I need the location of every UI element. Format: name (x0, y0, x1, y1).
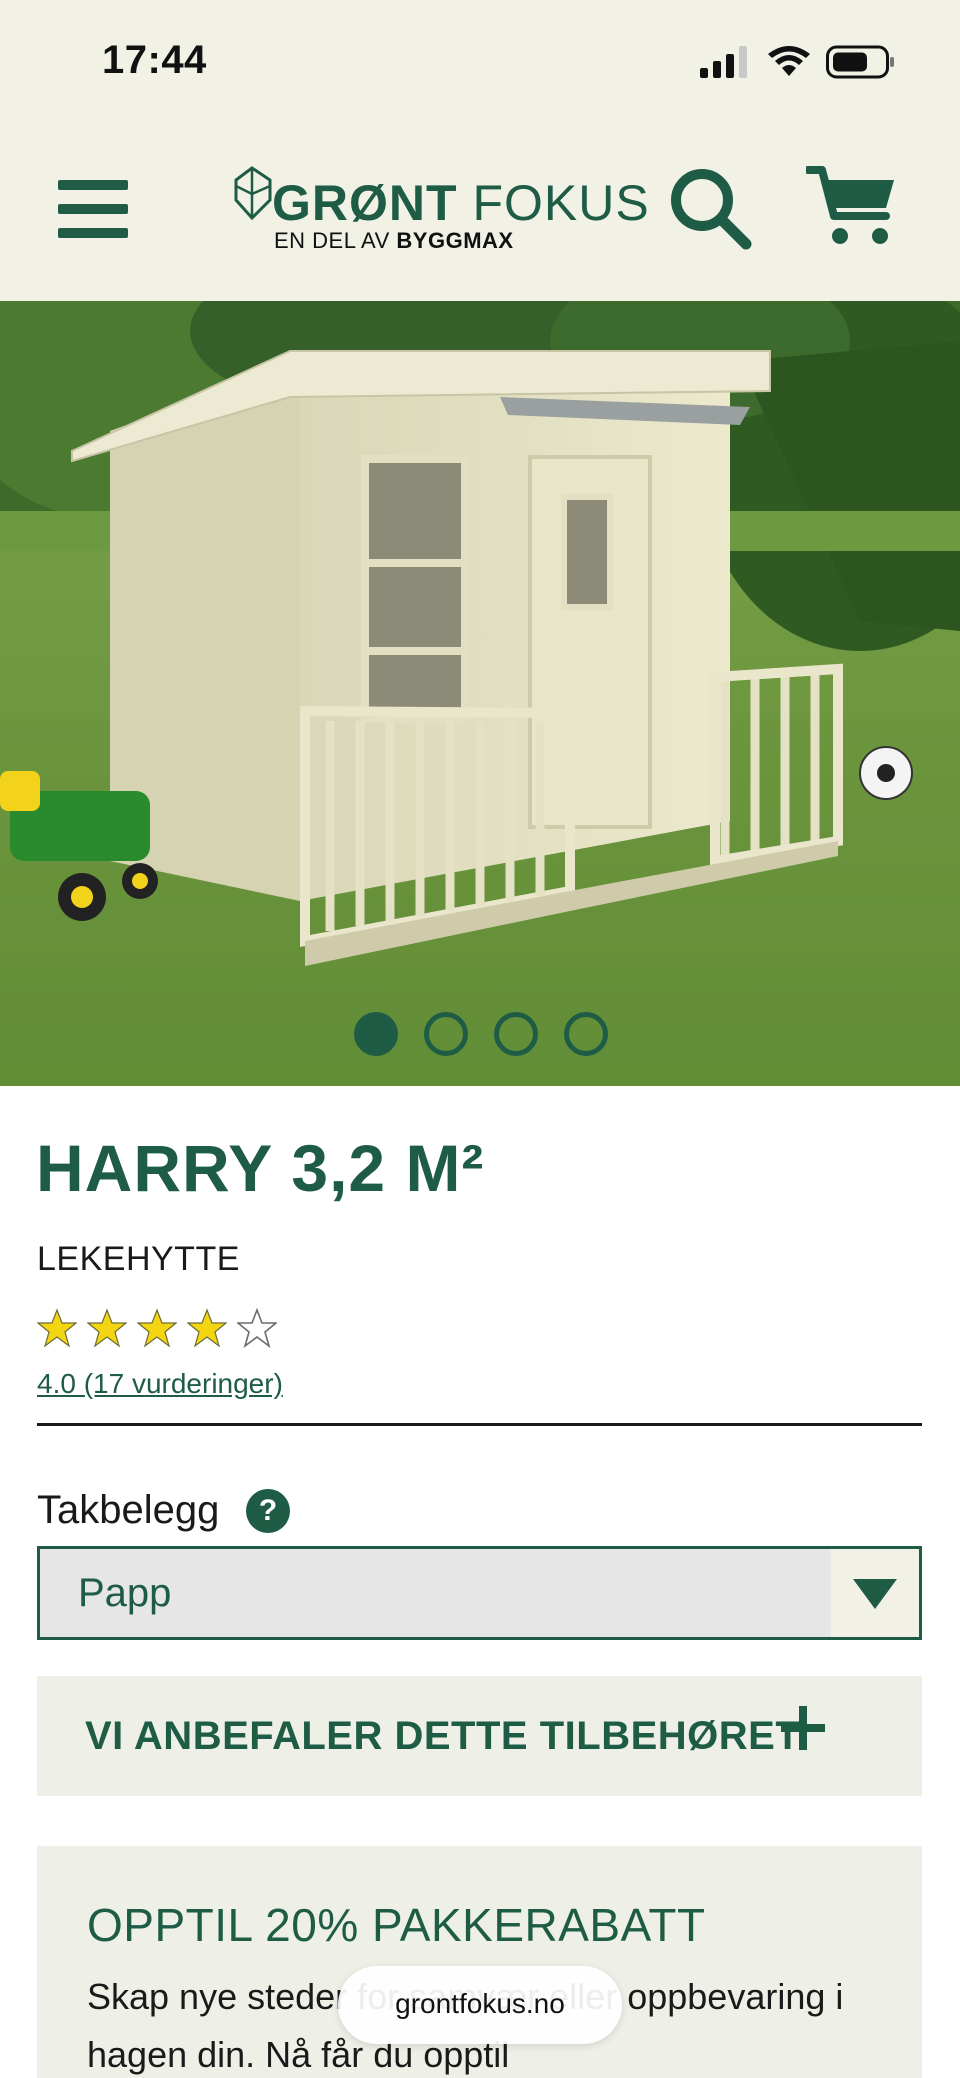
status-time: 17:44 (102, 38, 207, 82)
roofing-select[interactable]: Papp (37, 1546, 922, 1640)
star-filled-icon (37, 1308, 77, 1348)
logo-leaf-icon (234, 166, 272, 221)
carousel-dot-3[interactable] (494, 1012, 538, 1056)
browser-url-bar[interactable]: grontfokus.no (338, 1966, 622, 2044)
rating-reviews-link[interactable]: 4.0 (17 vurderinger) (37, 1368, 283, 1400)
discount-title: OPPTIL 20% PAKKERABATT (87, 1899, 706, 1951)
battery-icon (826, 45, 894, 79)
star-filled-icon (137, 1308, 177, 1348)
select-arrow-button[interactable] (831, 1549, 919, 1637)
cart-icon[interactable] (806, 164, 898, 248)
plus-icon (781, 1706, 825, 1750)
product-image[interactable] (0, 301, 960, 1086)
accessories-accordion[interactable]: VI ANBEFALER DETTE TILBEHØRET (37, 1676, 922, 1796)
logo[interactable]: GRØNT FOKUS EN DEL AV BYGGMAX (232, 162, 649, 262)
wifi-icon (768, 46, 810, 76)
logo-subtext: EN DEL AV BYGGMAX (274, 228, 514, 253)
carousel-dot-1[interactable] (354, 1012, 398, 1056)
rating-stars (37, 1308, 277, 1348)
product-category: LEKEHYTTE (37, 1240, 240, 1278)
roofing-select-value: Papp (78, 1571, 172, 1615)
star-filled-icon (87, 1308, 127, 1348)
divider (37, 1423, 922, 1426)
carousel-dot-4[interactable] (564, 1012, 608, 1056)
accessories-title: VI ANBEFALER DETTE TILBEHØRET (85, 1714, 801, 1758)
product-title: HARRY 3,2 M² (36, 1131, 485, 1205)
star-filled-icon (187, 1308, 227, 1348)
carousel-dot-2[interactable] (424, 1012, 468, 1056)
carousel-dots (354, 1012, 614, 1056)
star-empty-icon (237, 1308, 277, 1348)
help-icon[interactable]: ? (246, 1489, 290, 1533)
roofing-label: Takbelegg (37, 1488, 220, 1532)
status-bar: 17:44 (0, 0, 960, 120)
logo-text: GRØNT FOKUS (272, 175, 650, 231)
chevron-down-icon (853, 1579, 897, 1609)
signal-icon (700, 46, 747, 78)
search-icon[interactable] (668, 166, 752, 250)
menu-icon[interactable] (58, 180, 130, 240)
url-text: grontfokus.no (395, 1988, 565, 2019)
